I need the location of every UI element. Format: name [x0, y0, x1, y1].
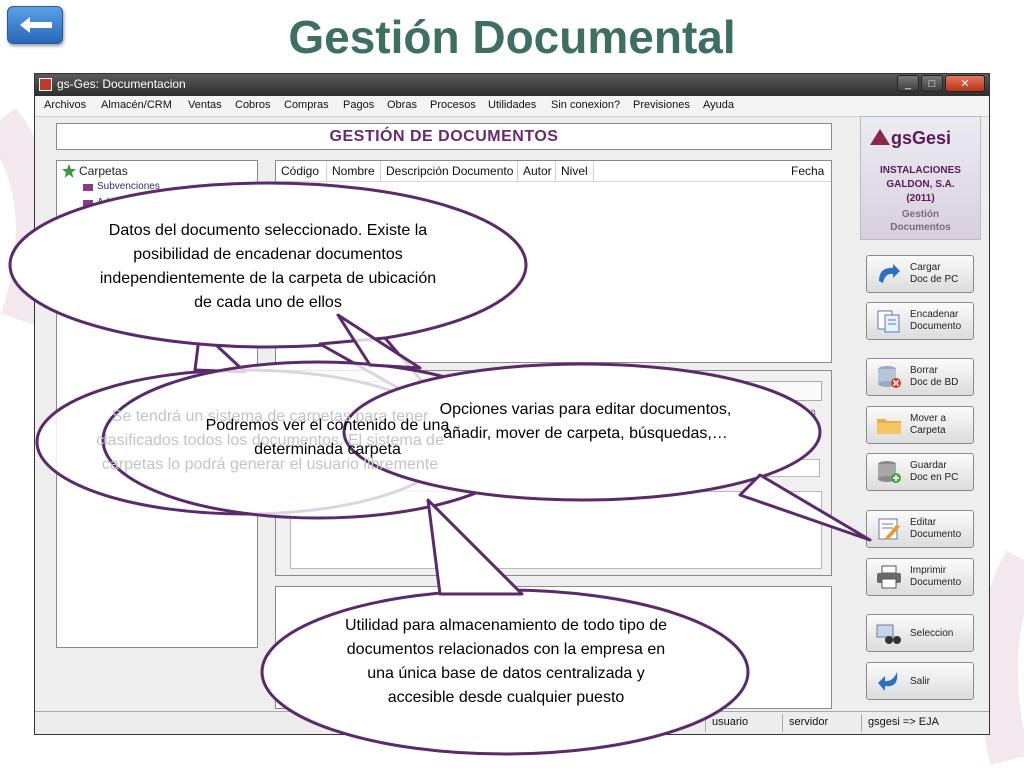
- slide-title: Gestión Documental: [288, 11, 736, 63]
- status-conexion: gsgesi => EJA: [868, 716, 939, 728]
- action-label: Guardar Doc en PC: [910, 460, 959, 483]
- menu-procesos[interactable]: Procesos: [430, 99, 476, 111]
- menu-ayuda[interactable]: Ayuda: [703, 99, 734, 111]
- module-line-1: Gestión: [901, 209, 940, 220]
- column-header-nivel[interactable]: Nivel: [556, 161, 594, 181]
- salir-button[interactable]: Salir: [866, 662, 974, 700]
- section-title: GESTIÓN DE DOCUMENTOS: [329, 128, 559, 145]
- action-label: Editar Documento: [910, 517, 962, 540]
- menu-archivos[interactable]: Archivos: [44, 99, 86, 111]
- action-label: Encadenar Documento: [910, 309, 962, 332]
- status-bar: usuario servidor gsgesi => EJA: [35, 711, 989, 734]
- column-header-nombre[interactable]: Nombre: [327, 161, 381, 181]
- header-divider: [276, 181, 831, 182]
- cargar-doc-button[interactable]: Cargar Doc de PC: [866, 255, 974, 293]
- menu-previsiones[interactable]: Previsiones: [633, 99, 690, 111]
- column-header-descripcion[interactable]: Descripción Documento: [381, 161, 518, 181]
- autor-field[interactable]: [706, 459, 820, 477]
- mover-carpeta-button[interactable]: Mover a Carpeta: [866, 406, 974, 444]
- module-line-2: Documentos: [890, 222, 951, 233]
- chain-document-icon: [877, 310, 900, 333]
- search-binoculars-icon: [876, 624, 901, 644]
- status-usuario: usuario: [712, 716, 749, 728]
- status-servidor: servidor: [789, 716, 829, 728]
- editar-documento-button[interactable]: Editar Documento: [866, 510, 974, 548]
- menu-compras[interactable]: Compras: [284, 99, 329, 111]
- callout-text-utilidad: Utilidad para almacenamiento de todo tip…: [345, 617, 667, 706]
- description-textarea[interactable]: [290, 491, 822, 569]
- upload-arrow-icon: [879, 264, 900, 283]
- logo-triangle-icon: [870, 129, 890, 145]
- menu-almacen-crm[interactable]: Almacén/CRM: [101, 99, 172, 111]
- menu-utilidades[interactable]: Utilidades: [488, 99, 536, 111]
- callout-text-datos: Datos del documento seleccionado. Existe…: [99, 222, 437, 311]
- menu-pagos[interactable]: Pagos: [343, 99, 374, 111]
- action-label: Imprimir Documento: [910, 565, 962, 588]
- action-label: Borrar Doc de BD: [910, 365, 959, 388]
- column-header-autor[interactable]: Autor: [518, 161, 556, 181]
- fecha-field[interactable]: [746, 423, 820, 441]
- menu-bar: Archivos Almacén/CRM Ventas Cobros Compr…: [35, 96, 989, 117]
- printer-icon: [877, 565, 901, 589]
- delete-database-icon: [878, 366, 901, 388]
- folder-icon: [83, 200, 93, 207]
- field-input[interactable]: [616, 459, 702, 477]
- action-label: Mover a Carpeta: [910, 413, 947, 436]
- callout-text-opciones: Opciones varias para editar documentos, …: [439, 401, 732, 442]
- window-title: gs-Ges: Documentacion: [57, 77, 186, 91]
- folder-move-icon: [877, 419, 901, 434]
- status-divider: [861, 714, 862, 732]
- action-label: Seleccion: [910, 628, 954, 639]
- title-bar[interactable]: gs-Ges: Documentacion _ □ ✕: [35, 74, 989, 96]
- company-logo-panel: gsGesi INSTALACIONES GALDON, S.A. (2011)…: [860, 116, 981, 240]
- encadenar-documento-button[interactable]: Encadenar Documento: [866, 302, 974, 340]
- close-button[interactable]: ✕: [945, 75, 985, 92]
- tree-item-subvenciones[interactable]: Subvenciones: [97, 181, 160, 192]
- status-divider: [705, 714, 706, 732]
- exit-arrow-icon: [878, 672, 898, 691]
- menu-ventas[interactable]: Ventas: [188, 99, 222, 111]
- borrar-doc-button[interactable]: Borrar Doc de BD: [866, 358, 974, 396]
- autor-label: Autor: [708, 445, 732, 456]
- tree-item-administracion[interactable]: Administracion: [97, 197, 163, 208]
- tree-root-carpetas[interactable]: Carpetas: [79, 164, 128, 178]
- section-header: GESTIÓN DE DOCUMENTOS: [56, 123, 832, 150]
- imprimir-documento-button[interactable]: Imprimir Documento: [866, 558, 974, 596]
- status-divider: [782, 714, 783, 732]
- save-database-icon: [878, 461, 901, 483]
- star-icon: [62, 164, 76, 178]
- column-header-fecha[interactable]: Fecha: [786, 161, 831, 181]
- guardar-doc-button[interactable]: Guardar Doc en PC: [866, 453, 974, 491]
- action-label: Cargar Doc de PC: [910, 262, 959, 285]
- fecha-label: Fecha: [788, 407, 816, 418]
- minimize-button[interactable]: _: [897, 75, 919, 92]
- app-icon: [39, 78, 52, 91]
- folder-icon: [83, 184, 93, 191]
- menu-sin-conexion[interactable]: Sin conexion?: [551, 99, 620, 111]
- company-line-3: (2011): [906, 193, 935, 204]
- menu-cobros[interactable]: Cobros: [235, 99, 270, 111]
- action-label: Salir: [910, 676, 931, 687]
- column-header-codigo[interactable]: Código: [276, 161, 327, 181]
- seleccion-button[interactable]: Seleccion: [866, 614, 974, 652]
- menu-obras[interactable]: Obras: [387, 99, 417, 111]
- company-line-2: GALDON, S.A.: [886, 179, 955, 190]
- maximize-button[interactable]: □: [921, 75, 943, 92]
- company-line-1: INSTALACIONES: [880, 165, 961, 176]
- edit-document-icon: [878, 518, 900, 540]
- brand-logo: gsGesi: [891, 128, 952, 148]
